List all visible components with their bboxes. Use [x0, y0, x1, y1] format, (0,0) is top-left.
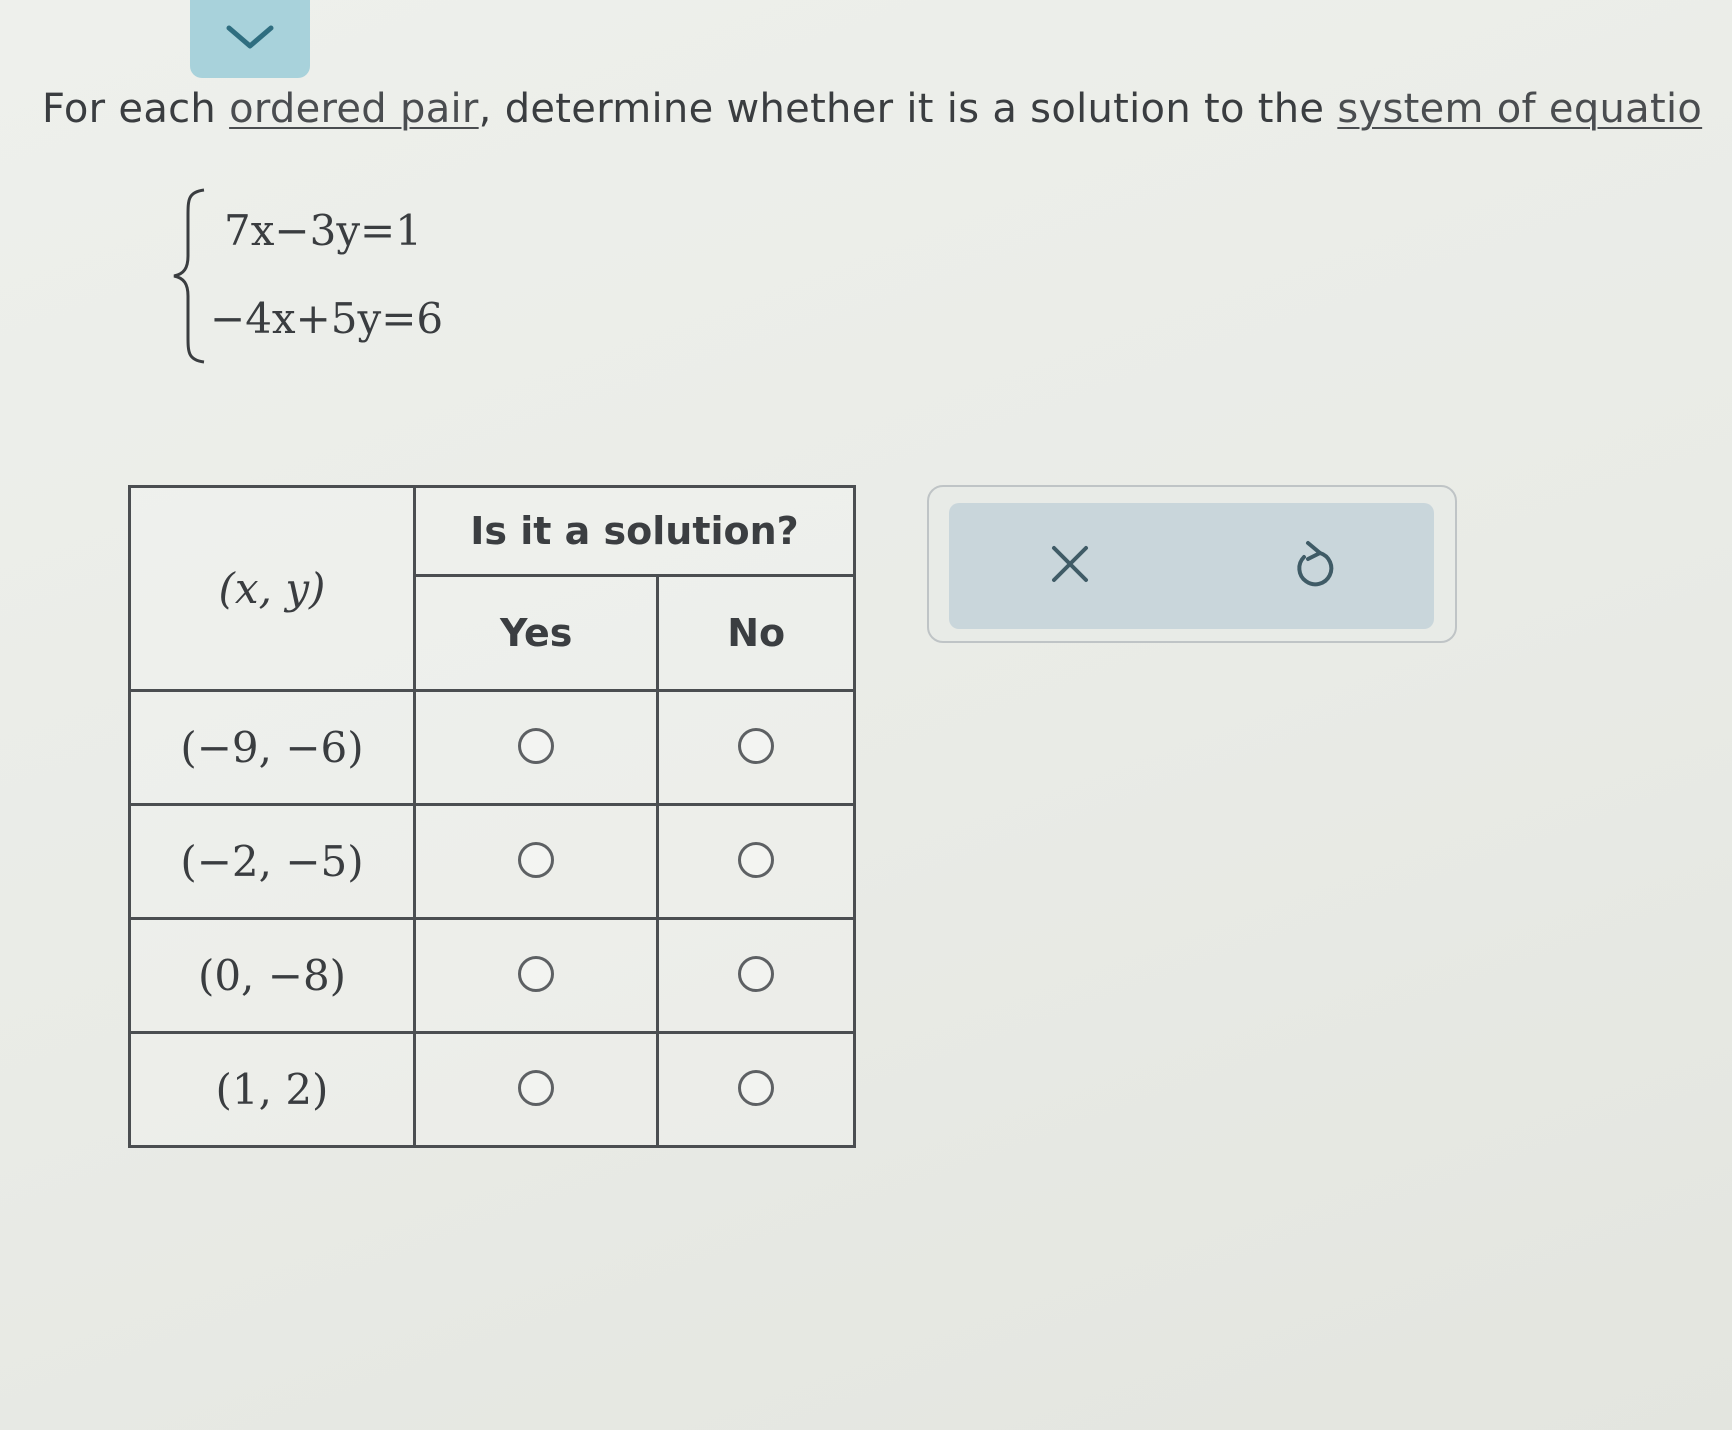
yes-radio[interactable]	[518, 1069, 555, 1106]
question-prompt: For each ordered pair, determine whether…	[42, 86, 1732, 132]
undo-button[interactable]	[1253, 516, 1373, 616]
table-header-row: (x, y) Is it a solution?	[128, 485, 856, 692]
no-header: No	[656, 574, 856, 692]
no-cell	[656, 1031, 856, 1148]
no-radio[interactable]	[738, 955, 775, 992]
yes-cell	[412, 917, 660, 1034]
clear-button[interactable]	[1010, 516, 1130, 616]
yes-cell	[412, 1031, 660, 1148]
table-row: (−2, −5)	[128, 803, 856, 920]
table-row: (1, 2)	[128, 1031, 856, 1148]
equation-1: 7x−3y=1	[224, 206, 422, 255]
yes-cell	[412, 803, 660, 920]
no-cell	[656, 689, 856, 806]
no-cell	[656, 803, 856, 920]
no-radio[interactable]	[738, 841, 775, 878]
ordered-pair-cell: (−2, −5)	[128, 803, 416, 920]
prompt-text-start: For each	[42, 86, 230, 132]
no-radio[interactable]	[738, 727, 775, 764]
xy-header: (x, y)	[128, 485, 416, 692]
undo-icon	[1290, 539, 1336, 593]
solutions-table: (x, y) Is it a solution? Yes No (−9, −6)…	[128, 485, 856, 1148]
prompt-text-middle: , determine whether it is a solution to …	[478, 86, 1338, 132]
system-of-equations: 7x−3y=1 −4x+5y=6	[170, 186, 530, 366]
table-row: (−9, −6)	[128, 689, 856, 806]
answer-actions-panel	[927, 485, 1457, 643]
chevron-down-icon	[223, 22, 277, 56]
yes-radio[interactable]	[518, 841, 555, 878]
no-radio[interactable]	[738, 1069, 775, 1106]
yes-radio[interactable]	[518, 727, 555, 764]
left-brace	[173, 188, 205, 364]
yes-radio[interactable]	[518, 955, 555, 992]
equation-2: −4x+5y=6	[210, 294, 444, 343]
close-icon	[1048, 542, 1092, 590]
no-cell	[656, 917, 856, 1034]
answer-actions-bar	[949, 503, 1434, 629]
ordered-pair-cell: (1, 2)	[128, 1031, 416, 1148]
yes-header: Yes	[412, 574, 660, 692]
table-row: (0, −8)	[128, 917, 856, 1034]
yes-cell	[412, 689, 660, 806]
ordered-pair-link[interactable]: ordered pair	[229, 86, 479, 132]
is-solution-header: Is it a solution?	[413, 485, 856, 577]
ordered-pair-cell: (0, −8)	[128, 917, 416, 1034]
collapse-toggle[interactable]	[190, 0, 310, 78]
system-of-equations-link[interactable]: system of equatio	[1337, 86, 1702, 132]
ordered-pair-cell: (−9, −6)	[128, 689, 416, 806]
